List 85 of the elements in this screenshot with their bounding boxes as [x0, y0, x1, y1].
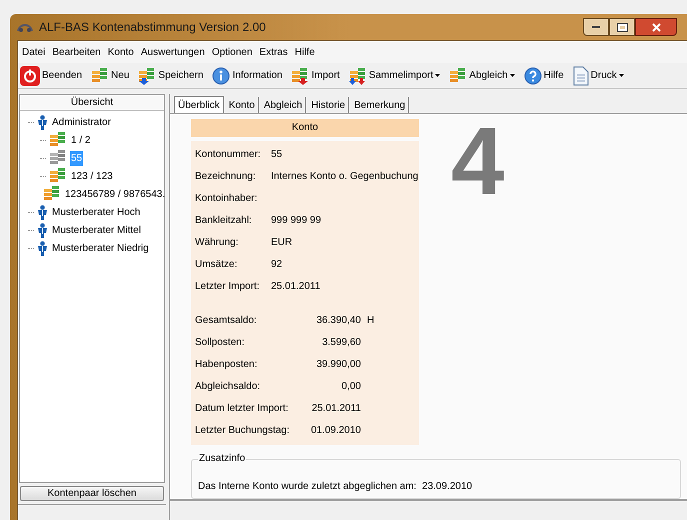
field-label: Letzter Buchungstag:	[195, 424, 291, 438]
power-icon	[20, 66, 40, 86]
info-icon	[212, 66, 230, 84]
amount-value: 3.599,60	[321, 336, 361, 350]
close-icon	[652, 22, 660, 32]
toolbar-button[interactable]: Speichern	[138, 66, 204, 84]
toolbar-button[interactable]: Abgleich	[449, 66, 515, 84]
field-label: Währung:	[195, 236, 240, 250]
field-value: 999 999 99	[271, 214, 322, 228]
toolbar-button[interactable]: Beenden	[20, 66, 82, 86]
amount-value: 01.09.2010	[310, 424, 361, 438]
field-value: Internes Konto o. Gegenbuchung	[271, 170, 418, 184]
tree-item[interactable]: Musterberater Mittel	[51, 222, 142, 238]
menu-item[interactable]: Auswertungen	[140, 44, 205, 60]
tree-item[interactable]: Musterberater Niedrig	[51, 240, 150, 256]
delete-pair-button[interactable]: Kontenpaar löschen	[20, 486, 164, 501]
field-value: EUR	[271, 236, 292, 250]
field-label: Kontoinhaber:	[195, 192, 258, 206]
menu-item[interactable]: Bearbeiten	[52, 44, 101, 60]
stack-arrow-icon	[138, 66, 156, 84]
field-label: Habenposten:	[195, 358, 258, 372]
toolbar-button[interactable]: Information	[212, 66, 282, 84]
menu-item[interactable]: Hilfe	[294, 44, 315, 60]
user-icon	[37, 222, 48, 238]
info-text: Das Interne Konto wurde zuletzt abgeglichen am: 23.09.2010	[198, 480, 472, 494]
field-value: 92	[271, 258, 282, 272]
tab[interactable]: Konto	[226, 97, 259, 113]
caret-icon	[510, 74, 515, 77]
toolbar-button[interactable]: Druck	[572, 66, 624, 86]
close-button[interactable]	[635, 18, 677, 36]
amount-value: 36.390,40	[316, 314, 361, 328]
field-label: Umsätze:	[195, 258, 238, 272]
stack-arrows-icon	[348, 66, 367, 84]
tree-item[interactable]: Administrator	[51, 114, 112, 130]
user-icon	[37, 204, 48, 220]
tree-item[interactable]: 123 / 123	[70, 168, 114, 184]
account-icon	[49, 131, 67, 149]
amount-suffix: H	[367, 314, 374, 328]
tree-item[interactable]: 1 / 2	[70, 132, 92, 148]
tab[interactable]: Bemerkung	[351, 97, 410, 113]
field-label: Bezeichnung:	[195, 170, 257, 184]
tree-item[interactable]: 123456789 / 9876543.	[64, 186, 166, 202]
caret-icon	[618, 74, 624, 77]
app-icon	[17, 21, 33, 33]
user-icon	[37, 114, 48, 130]
stack-icon	[449, 66, 468, 84]
tree-item[interactable]: Musterberater Hoch	[51, 204, 142, 220]
account-icon	[43, 185, 61, 203]
toolbar-button[interactable]: Sammelimport	[348, 66, 440, 84]
window-title: ALF-BAS Kontenabstimmung Version 2.00	[39, 19, 266, 36]
field-value: 25.01.2011	[271, 280, 320, 294]
document-icon	[572, 66, 589, 86]
maximize-button[interactable]	[609, 18, 635, 36]
caret-icon	[435, 74, 440, 77]
tab[interactable]: Historie	[308, 97, 350, 113]
account-icon	[49, 167, 67, 185]
user-icon	[37, 240, 48, 256]
toolbar-button[interactable]: Neu	[91, 66, 130, 84]
field-label: Sollposten:	[195, 336, 246, 350]
tab[interactable]: Überblick	[174, 96, 224, 113]
menu-item[interactable]: Konto	[108, 44, 134, 60]
menu-item[interactable]: Extras	[259, 44, 288, 60]
account-icon	[49, 149, 67, 167]
help-icon	[524, 66, 542, 84]
minimize-button[interactable]	[583, 18, 609, 36]
menu-item[interactable]: Optionen	[212, 44, 252, 60]
field-label: Kontonummer:	[195, 148, 262, 162]
field-value: 55	[271, 148, 282, 162]
amount-value: 0,00	[340, 380, 361, 394]
amount-value: 39.990,00	[316, 358, 361, 372]
stack-arrow-icon	[291, 66, 310, 84]
toolbar-button[interactable]: Import	[291, 66, 340, 84]
big-number: 4	[451, 114, 504, 217]
panel-header: Übersicht	[20, 95, 164, 111]
field-label: Bankleitzahl:	[195, 214, 253, 228]
field-label: Abgleichsaldo:	[195, 380, 262, 394]
menu-item[interactable]: Datei	[22, 44, 46, 60]
tab[interactable]: Abgleich	[260, 97, 306, 113]
toolbar-button[interactable]: Hilfe	[524, 66, 564, 84]
card-header: Konto	[191, 119, 419, 137]
amount-value: 25.01.2011	[310, 402, 361, 416]
stack-icon	[91, 66, 110, 84]
field-label: Letzter Import:	[195, 280, 260, 294]
field-label: Datum letzter Import:	[195, 402, 290, 416]
field-label: Gesamtsaldo:	[195, 314, 258, 328]
